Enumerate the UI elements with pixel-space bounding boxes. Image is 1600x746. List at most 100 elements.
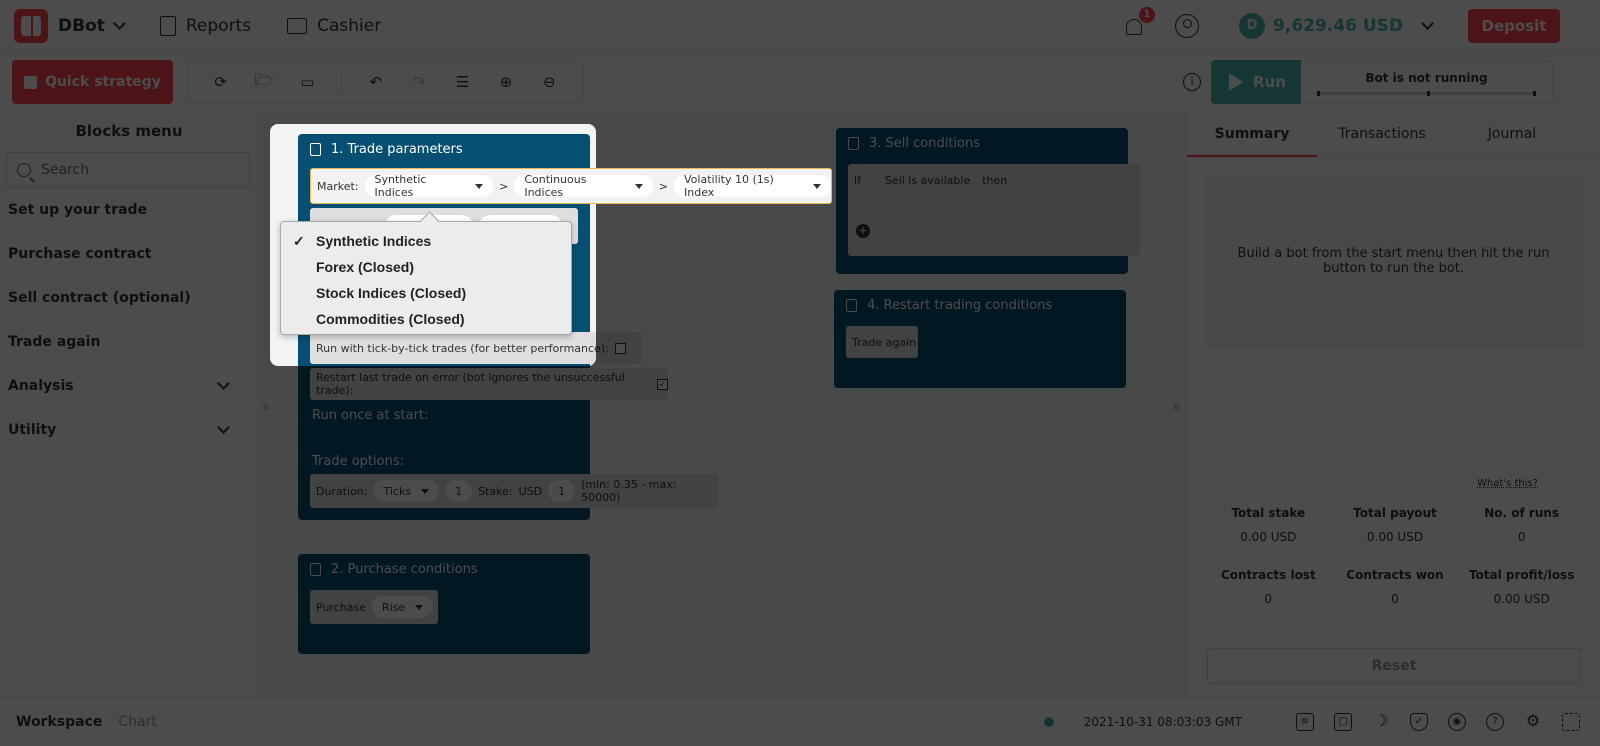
info-icon[interactable]: i [1183, 73, 1201, 91]
top-header: DBot Reports Cashier 1 9,629.46 USD Depo… [0, 0, 1600, 52]
option-label: Forex (Closed) [316, 259, 415, 275]
run-button[interactable]: Run [1211, 60, 1301, 104]
sidebar-item-purchase-contract[interactable]: Purchase contract [0, 232, 258, 276]
symbol-select[interactable]: Volatility 10 (1s) Index [674, 173, 831, 199]
dropdown-arrow-icon [634, 183, 643, 189]
whats-this-link[interactable]: What's this? [1477, 478, 1538, 489]
dropdown-option-forex[interactable]: Forex (Closed) [281, 254, 571, 280]
report-icon[interactable]: ≡ [1296, 712, 1314, 731]
progress-step [1317, 91, 1320, 96]
sidebar-item-analysis[interactable]: Analysis [0, 364, 258, 408]
app-name[interactable]: DBot [58, 16, 105, 36]
fullscreen-icon[interactable] [1562, 712, 1580, 731]
dropdown-arrow-icon [421, 488, 430, 494]
progress-step [1426, 91, 1430, 96]
collapse-right-icon[interactable]: » [1172, 400, 1180, 415]
sort-icon[interactable]: ☰ [453, 72, 472, 92]
sell-condition[interactable]: Sell is available [885, 174, 970, 187]
if-label: if [854, 174, 861, 187]
purchase-select[interactable]: Rise [371, 596, 434, 618]
search-field[interactable] [6, 152, 250, 188]
balance-chevron-down-icon[interactable] [1421, 17, 1434, 30]
stake-label: Stake: [478, 484, 513, 498]
duration-unit-value: Ticks [383, 484, 412, 498]
tab-chart[interactable]: Chart [118, 714, 156, 730]
account-icon[interactable] [1175, 13, 1200, 38]
chevron-down-icon[interactable] [113, 17, 126, 30]
stake-input[interactable]: 1 [548, 480, 576, 502]
progress-step [1533, 91, 1536, 96]
help-icon[interactable]: ? [1486, 712, 1504, 731]
notifications-bell-icon[interactable]: 1 [1123, 6, 1156, 37]
tab-workspace[interactable]: Workspace [16, 714, 102, 730]
nav-cashier-label: Cashier [317, 15, 382, 36]
reset-icon[interactable]: ⟳ [211, 72, 230, 92]
nav-reports[interactable]: Reports [159, 15, 252, 36]
sidebar-item-label: Trade again [8, 333, 101, 350]
tab-transactions[interactable]: Transactions [1317, 112, 1447, 157]
collapse-left-icon[interactable]: « [262, 400, 270, 415]
market-dropdown-menu: ✓ Synthetic Indices Forex (Closed) Stock… [280, 221, 572, 335]
sidebar-item-sell-contract[interactable]: Sell contract (optional) [0, 276, 258, 320]
stat-value: 0.00 USD [1240, 530, 1297, 544]
trade-parameters-title: 1. Trade parameters [298, 134, 590, 157]
trade-again-label: Trade again [852, 335, 917, 349]
account-balance[interactable]: 9,629.46 USD [1273, 16, 1403, 36]
duration-input[interactable]: 1 [445, 480, 473, 502]
connection-status-icon [1043, 716, 1054, 727]
stat-contracts-lost: Contracts lost 0 [1205, 568, 1332, 606]
theme-icon[interactable]: ☽ [1372, 712, 1390, 731]
zoom-in-icon[interactable]: ⊕ [496, 72, 515, 92]
purchase-conditions-title: 2. Purchase conditions [298, 554, 590, 577]
submarket-select[interactable]: Continuous Indices [514, 173, 653, 199]
restart-conditions-block[interactable]: 4. Restart trading conditions Trade agai… [834, 290, 1126, 388]
add-icon[interactable]: + [856, 224, 870, 238]
stat-value: 0 [1391, 592, 1399, 606]
reset-button[interactable]: Reset [1207, 648, 1581, 684]
dbot-logo-icon[interactable] [14, 8, 48, 43]
bot-progress-bar [1317, 91, 1536, 96]
workspace-canvas[interactable]: « » 1. Trade parameters Trade Type: Up/D… [258, 112, 1186, 696]
nav-cashier[interactable]: Cashier [287, 16, 381, 36]
blocks-menu: Blocks menu Set up your trade Purchase c… [0, 112, 258, 696]
sidebar-item-trade-again[interactable]: Trade again [0, 320, 258, 364]
search-input[interactable] [41, 162, 231, 178]
market-select[interactable]: Synthetic Indices [364, 173, 494, 199]
stat-label: Contracts lost [1220, 568, 1316, 582]
tab-summary[interactable]: Summary [1187, 112, 1317, 157]
save-icon[interactable]: ▭ [298, 72, 317, 92]
dropdown-option-commodities[interactable]: Commodities (Closed) [281, 306, 571, 332]
chat-icon[interactable]: ▢ [1334, 712, 1352, 731]
responsible-trading-icon[interactable]: ◉ [1448, 712, 1466, 731]
purchase-conditions-block[interactable]: 2. Purchase conditions Purchase Rise [298, 554, 590, 654]
redo-icon[interactable]: ↷ [409, 72, 428, 92]
sidebar-item-utility[interactable]: Utility [0, 408, 258, 452]
market-value: Synthetic Indices [374, 173, 427, 199]
settings-icon[interactable]: ⚙ [1524, 712, 1542, 731]
duration-label: Duration: [316, 484, 368, 498]
open-icon[interactable]: 🗁 [254, 71, 274, 92]
dropdown-option-stock-indices[interactable]: Stock Indices (Closed) [281, 280, 571, 306]
zoom-out-icon[interactable]: ⊖ [540, 72, 559, 92]
then-label: then [982, 174, 1008, 187]
sidebar-item-set-up-your-trade[interactable]: Set up your trade [0, 188, 258, 232]
sell-conditions-block[interactable]: 3. Sell conditions if Sell is available … [836, 128, 1140, 274]
stat-total-payout: Total payout 0.00 USD [1332, 506, 1459, 544]
tab-journal[interactable]: Journal [1447, 112, 1577, 157]
trade-options-label: Trade options: [312, 454, 404, 469]
duration-unit-select[interactable]: Ticks [373, 480, 440, 502]
market-label: Market: [317, 179, 359, 193]
dropdown-option-synthetic-indices[interactable]: ✓ Synthetic Indices [281, 228, 571, 254]
trade-parameters-icon [310, 143, 321, 156]
nav-reports-label: Reports [185, 15, 252, 36]
stat-value: 0.00 USD [1493, 592, 1550, 606]
deposit-button[interactable]: Deposit [1468, 8, 1560, 43]
undo-icon[interactable]: ↶ [366, 72, 385, 92]
sidebar-item-label: Sell contract (optional) [8, 289, 191, 306]
quick-strategy-button[interactable]: Quick strategy [12, 60, 173, 104]
restart-on-error-checkbox[interactable]: ✓ [657, 378, 668, 390]
tick-trades-checkbox[interactable] [614, 342, 626, 354]
summary-empty-message: Build a bot from the start menu then hit… [1205, 176, 1582, 346]
option-label: Stock Indices (Closed) [316, 285, 467, 301]
security-icon[interactable]: ✓ [1410, 712, 1428, 731]
